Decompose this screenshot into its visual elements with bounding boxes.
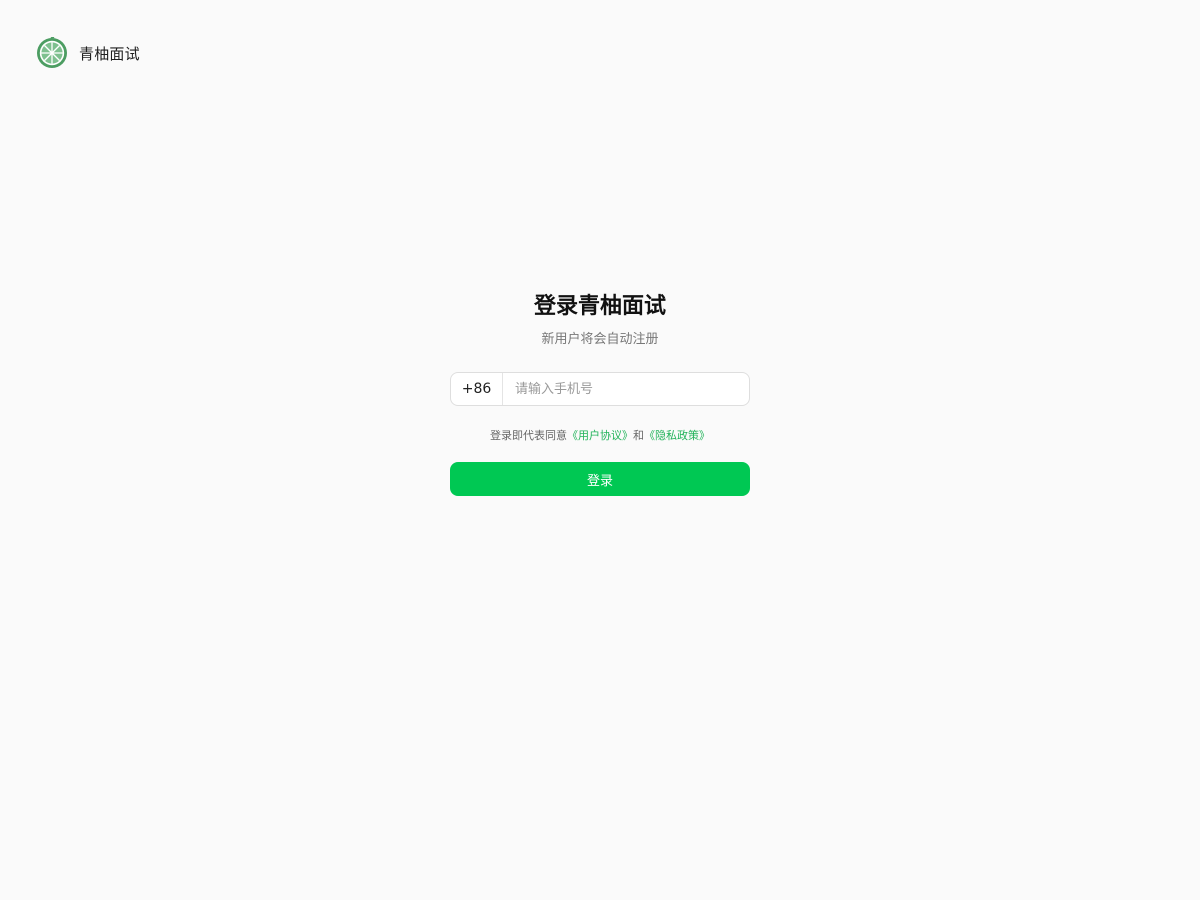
subtitle: 新用户将会自动注册 (541, 332, 659, 347)
site-header: 青柚面试 (36, 36, 140, 70)
page-title: 登录青柚面试 (533, 294, 666, 319)
login-button[interactable]: 登录 (450, 462, 750, 496)
country-code-selector[interactable]: +86 (451, 373, 503, 405)
agreement-conjunction: 和 (633, 429, 644, 442)
brand-name: 青柚面试 (79, 44, 140, 63)
user-agreement-link[interactable]: 《用户协议》 (567, 429, 633, 442)
privacy-policy-link[interactable]: 《隐私政策》 (644, 429, 710, 442)
agreement-prefix: 登录即代表同意 (490, 429, 567, 442)
phone-field-group: +86 (450, 372, 750, 406)
lime-slice-icon[interactable] (36, 37, 68, 69)
agreement-text: 登录即代表同意《用户协议》和《隐私政策》 (450, 428, 750, 444)
phone-input[interactable] (503, 373, 749, 405)
login-panel: 登录青柚面试 新用户将会自动注册 +86 登录即代表同意《用户协议》和《隐私政策… (450, 288, 750, 496)
